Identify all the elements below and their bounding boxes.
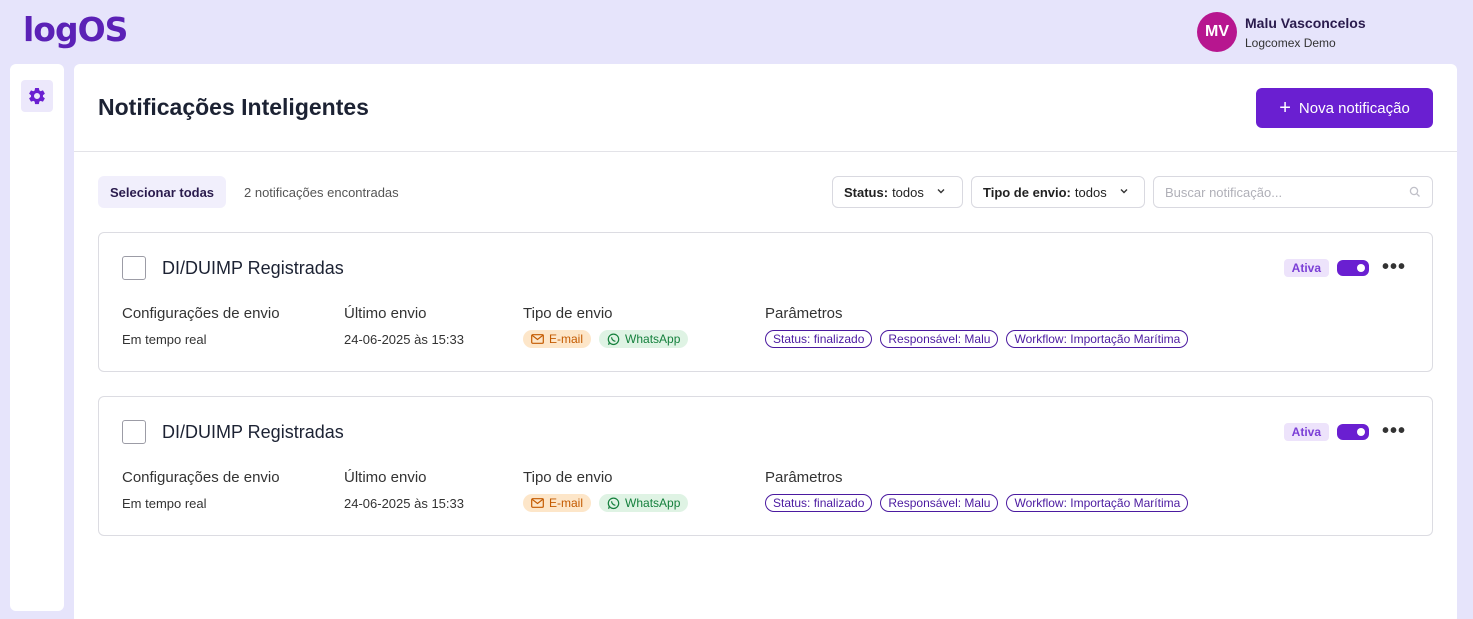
params-label: Parâmetros [765,469,843,486]
send-type-label: Tipo de envio [523,305,613,322]
last-send-value: 24-06-2025 às 15:33 [344,332,464,347]
email-chip: E-mail [523,494,592,512]
send-type-column: Tipo de envio E-mail WhatsApp [523,469,689,512]
send-type-column: Tipo de envio E-mail WhatsApp [523,305,689,348]
select-all-button[interactable]: Selecionar todas [98,176,227,208]
param-chip: Workflow: Importação Marítima [1006,330,1189,348]
param-chip: Status: finalizado [765,494,873,512]
plus-icon: + [1279,97,1291,119]
notification-card[interactable]: DI/DUIMP Registradas Ativa ••• Configura… [98,396,1433,536]
more-options-icon[interactable]: ••• [1382,253,1406,281]
config-value: Em tempo real [122,496,207,511]
notification-card[interactable]: DI/DUIMP Registradas Ativa ••• Configura… [98,232,1433,372]
sidebar-item-settings[interactable] [21,80,53,112]
status-badge: Ativa [1283,423,1329,441]
status-badge: Ativa [1283,259,1329,277]
last-send-label: Último envio [344,305,427,322]
gear-icon [29,87,45,105]
param-chip: Responsável: Malu [880,330,999,348]
email-chip-label: E-mail [549,496,584,510]
params-column: Parâmetros Status: finalizado Responsáve… [765,305,1189,348]
status-filter[interactable]: Status: todos [832,176,963,208]
whatsapp-icon [607,497,620,509]
config-label: Configurações de envio [122,469,280,486]
config-column: Configurações de envio Em tempo real [122,305,280,347]
sidebar [10,64,64,611]
last-send-column: Último envio 24-06-2025 às 15:33 [344,305,464,347]
notification-checkbox[interactable] [122,420,146,444]
search-input[interactable] [1165,184,1409,200]
send-type-filter-value: todos [1074,184,1107,200]
send-type-label: Tipo de envio [523,469,613,486]
mail-icon [531,498,544,508]
whatsapp-chip: WhatsApp [599,330,689,348]
main-panel: Notificações Inteligentes + Nova notific… [74,64,1457,619]
whatsapp-chip-label: WhatsApp [625,496,681,510]
status-filter-label: Status: [844,184,889,200]
user-org: Logcomex Demo [1245,35,1336,50]
chevron-down-icon [936,186,946,199]
params-label: Parâmetros [765,305,843,322]
config-value: Em tempo real [122,332,207,347]
toolbar: Selecionar todas 2 notificações encontra… [74,152,1457,232]
search-box [1153,176,1433,208]
chevron-down-icon [1119,186,1129,199]
user-name: Malu Vasconcelos [1245,14,1366,31]
email-chip-label: E-mail [549,332,584,346]
whatsapp-chip: WhatsApp [599,494,689,512]
last-send-column: Último envio 24-06-2025 às 15:33 [344,469,464,511]
notification-checkbox[interactable] [122,256,146,280]
notification-title: DI/DUIMP Registradas [162,422,344,442]
config-column: Configurações de envio Em tempo real [122,469,280,511]
active-toggle[interactable] [1337,424,1369,440]
notification-title: DI/DUIMP Registradas [162,258,344,278]
last-send-label: Último envio [344,469,427,486]
config-label: Configurações de envio [122,305,280,322]
new-notification-label: Nova notificação [1298,99,1410,117]
param-chip: Responsável: Malu [880,494,999,512]
param-chip: Workflow: Importação Marítima [1006,494,1189,512]
mail-icon [531,334,544,344]
page-header: Notificações Inteligentes + Nova notific… [74,64,1457,152]
send-type-filter-label: Tipo de envio: [983,184,1071,200]
whatsapp-chip-label: WhatsApp [625,332,681,346]
search-icon [1409,186,1420,197]
param-chip: Status: finalizado [765,330,873,348]
more-options-icon[interactable]: ••• [1382,417,1406,445]
send-type-filter[interactable]: Tipo de envio: todos [971,176,1145,208]
user-menu[interactable]: MV Malu Vasconcelos Logcomex Demo [1197,12,1366,52]
logo[interactable]: logOS [23,10,128,49]
email-chip: E-mail [523,330,592,348]
avatar: MV [1197,12,1237,52]
page-title: Notificações Inteligentes [98,94,369,120]
results-count: 2 notificações encontradas [244,185,399,200]
whatsapp-icon [607,333,620,345]
last-send-value: 24-06-2025 às 15:33 [344,496,464,511]
new-notification-button[interactable]: + Nova notificação [1256,88,1433,128]
params-column: Parâmetros Status: finalizado Responsáve… [765,469,1189,512]
active-toggle[interactable] [1337,260,1369,276]
status-filter-value: todos [892,184,924,200]
